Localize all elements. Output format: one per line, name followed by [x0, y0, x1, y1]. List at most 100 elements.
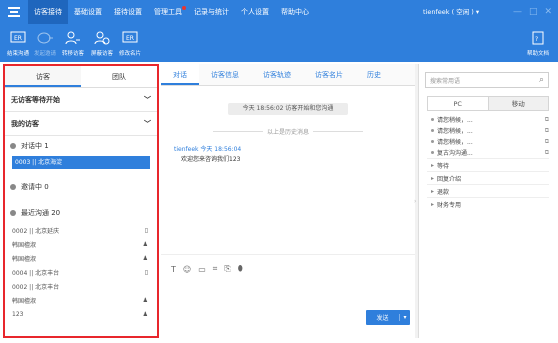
selected-visitor-row[interactable]: 0003 || 北京海淀: [12, 156, 150, 169]
recent-group[interactable]: 最近沟通 20: [5, 203, 157, 223]
device-pc-icon: ▯: [144, 268, 148, 276]
chevron-down-icon: ﹀: [144, 95, 151, 104]
maximize-icon[interactable]: □: [529, 7, 538, 17]
copy-icon[interactable]: ⧉: [545, 138, 549, 146]
tab-history[interactable]: 历史: [355, 64, 393, 85]
menu-personal-settings[interactable]: 个人设置: [235, 0, 275, 24]
edit-business-card-label: 修改名片: [118, 51, 141, 57]
reply-category[interactable]: ▸ 退款: [427, 184, 549, 197]
list-item[interactable]: 123 ♟: [5, 307, 157, 321]
group-toggle-icon: [10, 184, 16, 190]
list-item[interactable]: 复古沟沟通... ⧉: [427, 147, 549, 158]
reply-category[interactable]: ▸ 财务专用: [427, 197, 549, 210]
system-message: 今天 18:56:02 访客开始和您沟通: [228, 103, 348, 115]
tab-team[interactable]: 团队: [81, 66, 157, 87]
tab-visitor-card[interactable]: 访客名片: [303, 64, 355, 85]
reply-category[interactable]: ▸ 回复介绍: [427, 171, 549, 184]
chat-tabs: 对话 访客信息 访客轨迹 访客名片 历史: [161, 64, 415, 86]
window-controls: — □ ✕: [513, 0, 552, 24]
reply-category[interactable]: ▸ 等待: [427, 158, 549, 171]
list-item[interactable]: 韩国檀淑 ♟: [5, 237, 157, 251]
collapse-arrow-icon[interactable]: ›: [414, 198, 416, 205]
main-menu: 访客接待 基础设置 接待设置 管理工具 记录与统计 个人设置 帮助中心: [28, 0, 315, 24]
send-options-chevron-icon[interactable]: ▾: [399, 314, 410, 321]
search-icon[interactable]: ⌕: [539, 75, 544, 85]
list-item[interactable]: 请您稍候，... ⧉: [427, 114, 549, 125]
app-logo-icon: [0, 0, 28, 24]
expand-arrow-icon: ▸: [431, 187, 435, 195]
transfer-visitor-button[interactable]: 转移访客: [57, 29, 89, 57]
history-divider: 以上是历史消息: [213, 127, 364, 136]
inviting-group[interactable]: 邀请中 0: [5, 177, 157, 197]
tab-mobile[interactable]: 移动: [488, 97, 548, 110]
user-icon: ♟: [142, 254, 148, 262]
quick-reply-list: 请您稍候，... ⧉ 请您稍候，... ⧉ 请您稍候，... ⧉ 复古沟沟通... ⧉ …: [427, 114, 549, 210]
no-waiting-section[interactable]: 无访客等待开始 ﹀: [5, 88, 157, 112]
transfer-user-icon: [57, 29, 89, 46]
edit-business-card-button[interactable]: ER 修改名片: [114, 29, 146, 57]
help-doc-button[interactable]: ? 帮助文档: [522, 29, 554, 57]
quick-reply-search-input[interactable]: 搜索常用语 ⌕: [425, 72, 549, 88]
close-icon[interactable]: ✕: [544, 7, 552, 17]
group-toggle-icon: [10, 210, 16, 216]
copy-icon[interactable]: ⧉: [545, 116, 549, 124]
svg-text:?: ?: [535, 36, 538, 43]
tab-visitor-track[interactable]: 访客轨迹: [251, 64, 303, 85]
font-icon[interactable]: T: [171, 265, 176, 274]
tab-conversation[interactable]: 对话: [161, 64, 199, 85]
quick-reply-panel: 搜索常用语 ⌕ PC 移动 请您稍候，... ⧉ 请您稍候，... ⧉ 请您稍候，..…: [418, 64, 555, 338]
chevron-down-icon: ﹀: [144, 119, 151, 128]
group-toggle-icon: [10, 143, 16, 149]
input-divider: [161, 254, 415, 255]
list-item[interactable]: 请您稍候，... ⧉: [427, 125, 549, 136]
notification-dot: [182, 6, 186, 10]
visitor-panel-tabs: 访客 团队: [5, 66, 157, 88]
tab-visitors[interactable]: 访客: [5, 66, 81, 87]
agent-status-dropdown[interactable]: tienfeek ( 空闲 ) ▾: [423, 0, 479, 24]
list-item[interactable]: 0002 || 北京丰台: [5, 279, 157, 293]
top-menu-bar: 访客接待 基础设置 接待设置 管理工具 记录与统计 个人设置 帮助中心 tien…: [0, 0, 558, 24]
transfer-visitor-label: 转移访客: [61, 51, 84, 57]
file-icon[interactable]: ⎘: [224, 264, 230, 274]
my-visitors-section[interactable]: 我的访客 ﹀: [5, 112, 157, 136]
list-item[interactable]: 请您稍候，... ⧉: [427, 136, 549, 147]
action-toolbar: ER 结束沟通 发起邀请 转移访客 屏蔽访客 ER 修改名片 ? 帮助文档: [0, 24, 558, 62]
emoji-icon[interactable]: ☺: [183, 265, 191, 274]
tab-visitor-info[interactable]: 访客信息: [199, 64, 251, 85]
device-tabs: PC 移动: [427, 96, 549, 111]
help-doc-label: 帮助文档: [526, 51, 549, 57]
menu-help-center[interactable]: 帮助中心: [275, 0, 315, 24]
expand-arrow-icon: ▸: [431, 161, 435, 169]
send-button[interactable]: 发送 ▾: [366, 310, 410, 325]
expand-arrow-icon: ▸: [431, 174, 435, 182]
tab-pc[interactable]: PC: [428, 97, 489, 110]
svg-text:ER: ER: [126, 35, 134, 42]
menu-reception-settings[interactable]: 接待设置: [108, 0, 148, 24]
location-icon[interactable]: ⬮: [238, 264, 243, 274]
in-chat-group[interactable]: 对话中 1: [5, 136, 157, 156]
minimize-icon[interactable]: —: [513, 7, 522, 17]
menu-basic-settings[interactable]: 基础设置: [68, 0, 108, 24]
expand-arrow-icon: ▸: [431, 200, 435, 208]
user-icon: ♟: [142, 240, 148, 248]
device-pc-icon: ▯: [144, 226, 148, 234]
list-item[interactable]: 韩国檀淑 ♟: [5, 251, 157, 265]
input-toolbar: T ☺ ▭ ⌗ ⎘ ⬮: [171, 264, 243, 274]
menu-management-tools[interactable]: 管理工具: [148, 0, 188, 24]
list-item[interactable]: 0002 || 北京延庆 ▯: [5, 223, 157, 237]
list-item[interactable]: 0004 || 北京丰台 ▯: [5, 265, 157, 279]
menu-visitor-reception[interactable]: 访客接待: [28, 0, 68, 24]
crop-icon[interactable]: ⌗: [213, 264, 218, 274]
visitor-panel: 访客 团队 无访客等待开始 ﹀ 我的访客 ﹀ 对话中 1 0003 || 北京海淀 …: [3, 64, 159, 338]
user-icon: ♟: [142, 296, 148, 304]
list-item[interactable]: 韩国檀淑 ♟: [5, 293, 157, 307]
menu-records-stats[interactable]: 记录与统计: [188, 0, 235, 24]
user-icon: ♟: [142, 310, 148, 318]
copy-icon[interactable]: ⧉: [545, 149, 549, 157]
chat-area: 对话 访客信息 访客轨迹 访客名片 历史 今天 18:56:02 访客开始和您沟…: [161, 64, 415, 338]
help-doc-icon: ?: [522, 29, 554, 46]
copy-icon[interactable]: ⧉: [545, 127, 549, 135]
agent-message-text: 欢迎您来咨询我们123: [181, 156, 241, 163]
image-icon[interactable]: ▭: [198, 265, 206, 274]
svg-text:ER: ER: [14, 35, 22, 42]
